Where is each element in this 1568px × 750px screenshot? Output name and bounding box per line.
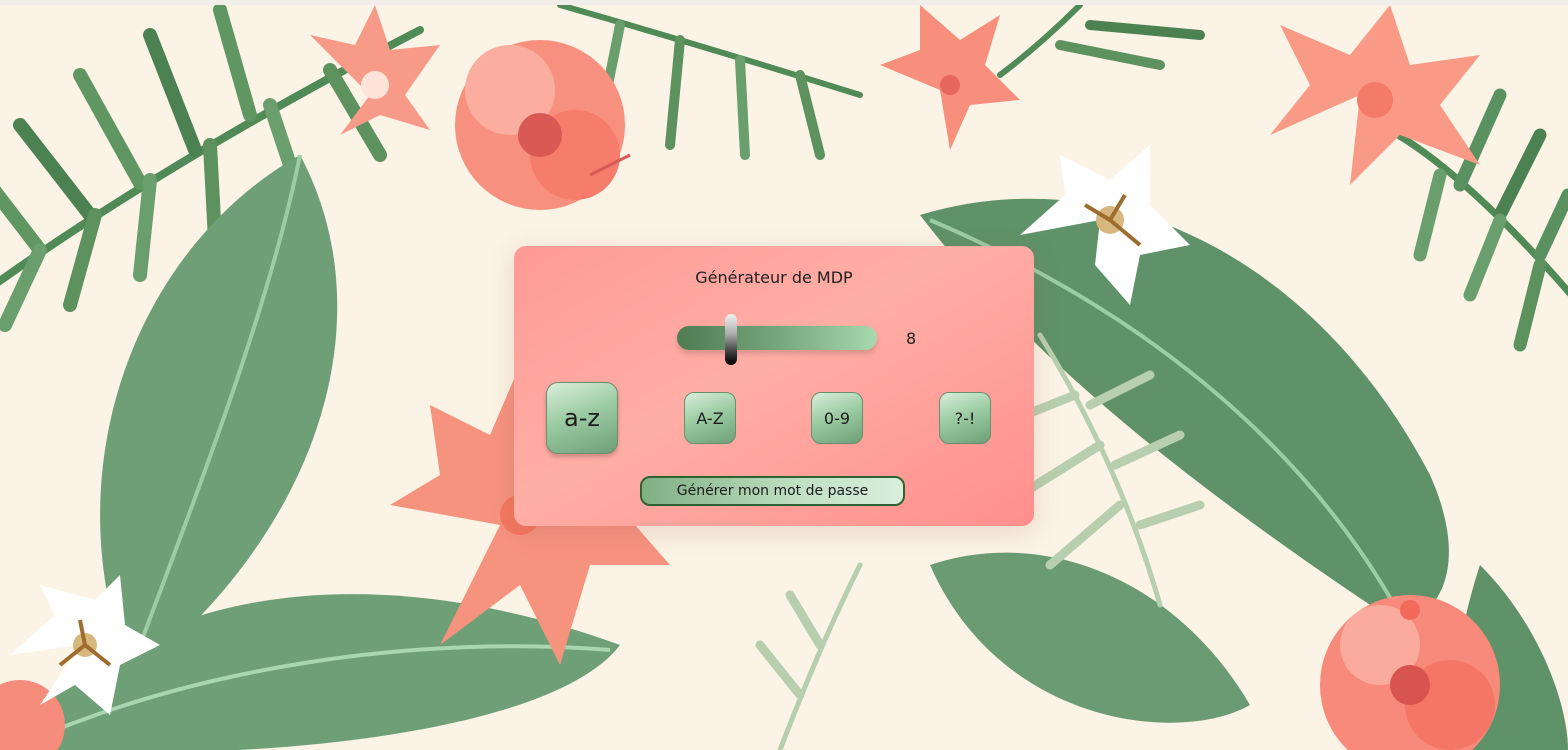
lowercase-toggle-button[interactable]: a-z xyxy=(546,382,618,454)
length-slider[interactable] xyxy=(677,314,877,365)
panel-title: Générateur de MDP xyxy=(695,268,853,287)
symbols-toggle-button[interactable]: ?-! xyxy=(939,392,991,444)
length-slider-track[interactable] xyxy=(677,326,877,350)
generate-password-button[interactable]: Générer mon mot de passe xyxy=(640,476,905,506)
password-generator-panel: Générateur de MDP 8 a-z A-Z 0-9 ?-! Géné… xyxy=(514,246,1034,526)
length-slider-thumb[interactable] xyxy=(725,314,737,365)
length-value: 8 xyxy=(906,329,917,348)
digits-toggle-button[interactable]: 0-9 xyxy=(811,392,863,444)
uppercase-toggle-button[interactable]: A-Z xyxy=(684,392,736,444)
